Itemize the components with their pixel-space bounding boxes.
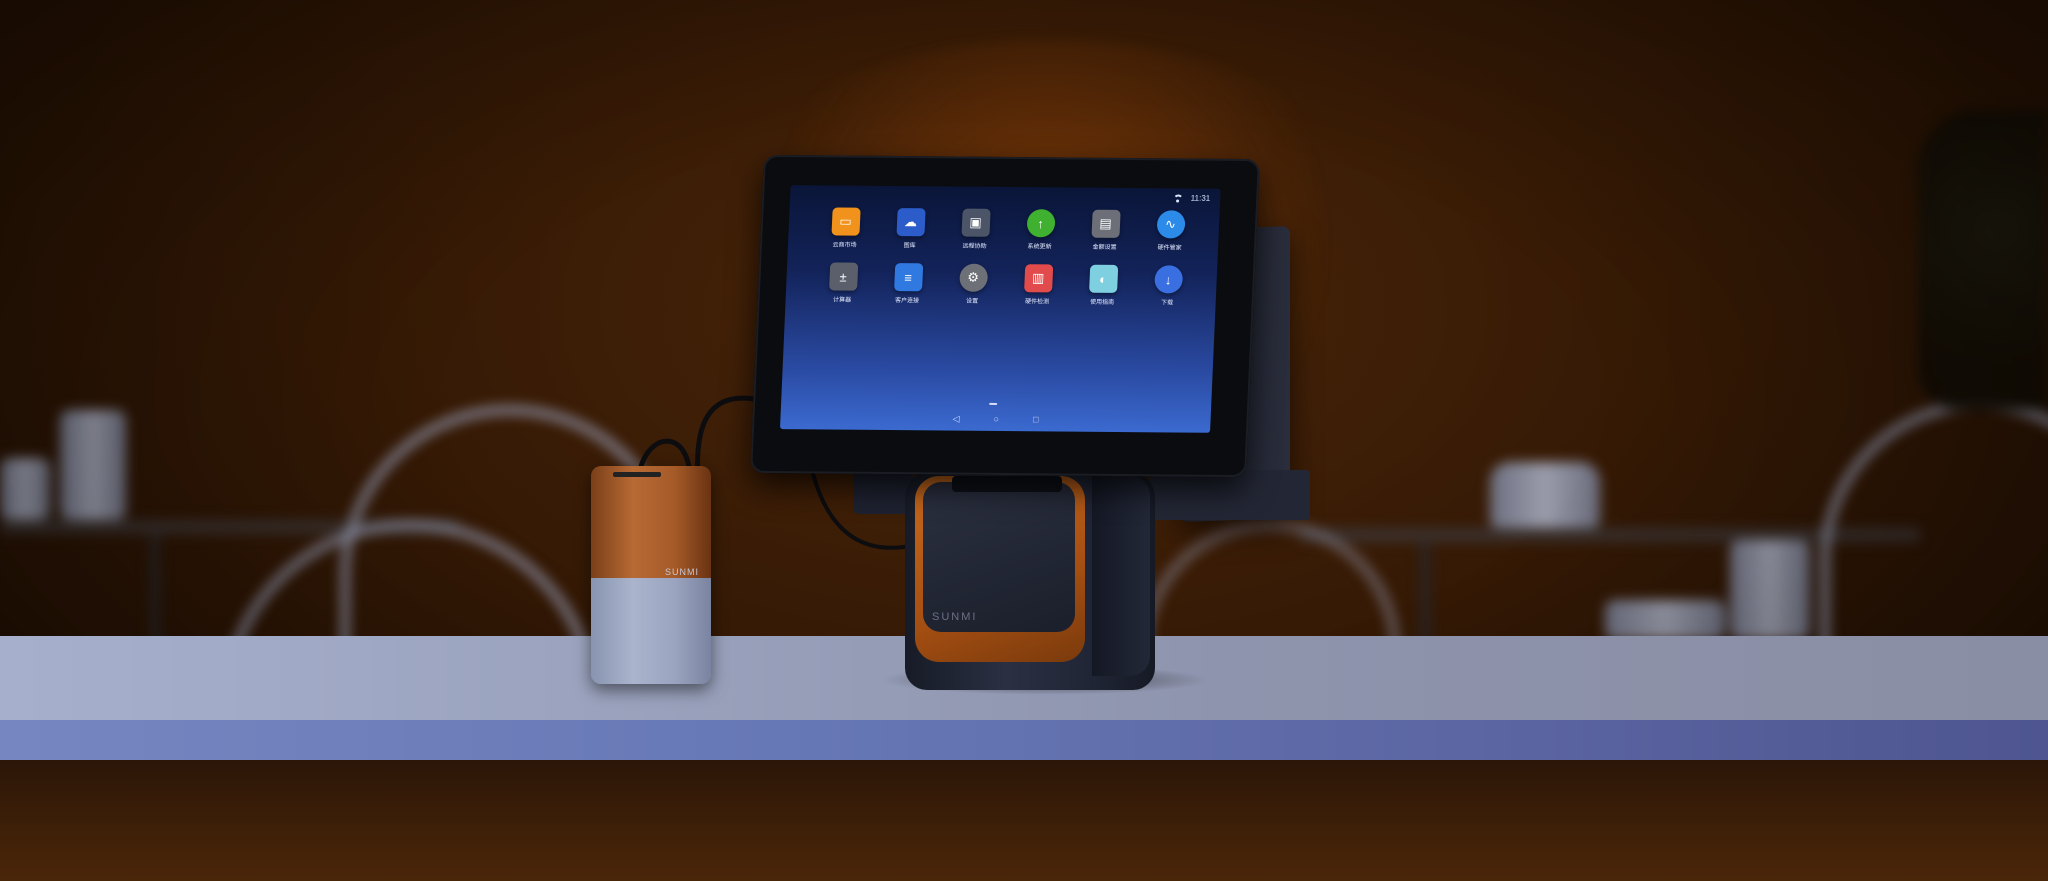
monitor-icon: ▣ [960, 208, 991, 237]
navigation-bar: ◁ ○ □ [780, 412, 1210, 427]
pos-monitor: 11:31 ▭ 云商市场 ☁ 图库 ▣ 远程协助 ↑ 系统更新 ▤ 金额设置 ∿ 硬件管家 ± 计算器 ≡ 客… [750, 154, 1260, 478]
calculator-icon: ± [828, 262, 858, 291]
printer-slot [952, 476, 1062, 492]
app-launcher[interactable]: ▥ 硬件检测 [1004, 264, 1071, 306]
app-launcher[interactable]: ◐ 使用指南 [1069, 264, 1136, 307]
app-label: 图库 [903, 243, 916, 250]
map-guide-icon: ◐ [1088, 264, 1118, 293]
app-grid: ▭ 云商市场 ☁ 图库 ▣ 远程协助 ↑ 系统更新 ▤ 金额设置 ∿ 硬件管家 ± 计算器 ≡ 客户连接 ⚙ 设置… [809, 207, 1203, 306]
countertop-edge [0, 720, 2048, 760]
wifi-icon [1173, 194, 1183, 201]
power-bank: SUNMI [591, 466, 711, 684]
pos-logo: SUNMI [932, 611, 978, 623]
app-launcher[interactable]: ▣ 远程协助 [942, 208, 1009, 250]
app-label: 硬件管家 [1157, 245, 1182, 252]
app-launcher[interactable]: ⚙ 设置 [939, 263, 1006, 305]
app-launcher[interactable]: ∿ 硬件管家 [1137, 210, 1204, 252]
photo-scene: SUNMI SUNMI 11:31 ▭ 云商市场 ☁ 图库 ▣ 远程协助 ↑ 系统更新 ▤ 金额设… [0, 0, 2048, 881]
settings-panel-icon: ▤ [1090, 209, 1121, 238]
shopping-bag-icon: ▭ [830, 207, 861, 236]
status-bar: 11:31 [1173, 193, 1211, 203]
app-launcher[interactable]: ▭ 云商市场 [812, 207, 879, 249]
pos-screen: 11:31 ▭ 云商市场 ☁ 图库 ▣ 远程协助 ↑ 系统更新 ▤ 金额设置 ∿ 硬件管家 ± 计算器 ≡ 客… [779, 185, 1221, 433]
back-icon[interactable]: ◁ [952, 414, 959, 425]
app-label: 使用指南 [1089, 299, 1115, 306]
status-time: 11:31 [1190, 193, 1211, 203]
update-arrow-icon: ↑ [1025, 209, 1056, 238]
app-launcher[interactable]: ± 计算器 [809, 262, 876, 304]
app-label: 金额设置 [1092, 244, 1117, 251]
pos-base-side [1092, 476, 1150, 676]
app-label: 硬件检测 [1024, 299, 1050, 306]
download-icon: ↓ [1153, 265, 1183, 294]
app-label: 云商市场 [832, 242, 857, 249]
gallery-icon: ☁ [895, 208, 926, 237]
printer-cover[interactable] [923, 482, 1075, 632]
app-launcher[interactable]: ↓ 下载 [1134, 265, 1201, 307]
app-launcher[interactable]: ▤ 金额设置 [1072, 209, 1139, 252]
app-launcher[interactable]: ☁ 图库 [877, 208, 944, 250]
rear-mount [1150, 470, 1310, 520]
app-launcher[interactable]: ↑ 系统更新 [1007, 209, 1074, 251]
power-bank-bottom [591, 578, 711, 684]
gesture-pill [989, 402, 998, 405]
home-icon[interactable]: ○ [993, 414, 999, 425]
pulse-icon: ∿ [1155, 210, 1186, 239]
power-bank-ports [613, 472, 661, 477]
app-label: 设置 [965, 298, 979, 305]
calendar-icon: ▥ [1023, 264, 1053, 293]
app-label: 下载 [1160, 300, 1174, 307]
power-bank-logo: SUNMI [665, 567, 699, 577]
floor [0, 760, 2048, 881]
recents-icon[interactable]: □ [1033, 414, 1039, 425]
app-label: 计算器 [832, 297, 852, 304]
app-label: 客户连接 [894, 298, 920, 305]
contact-card-icon: ≡ [893, 263, 923, 292]
gear-icon: ⚙ [958, 263, 988, 292]
app-launcher[interactable]: ≡ 客户连接 [874, 263, 941, 305]
power-bank-top [591, 466, 711, 578]
app-label: 远程协助 [962, 243, 987, 250]
app-label: 系统更新 [1027, 244, 1052, 251]
